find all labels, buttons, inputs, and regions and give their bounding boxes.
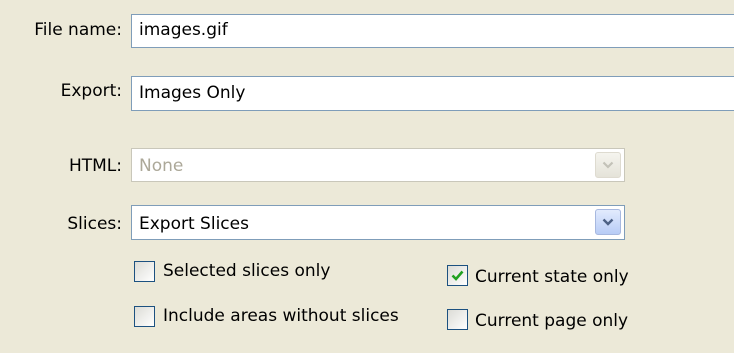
slices-label: Slices: [67, 214, 122, 234]
current-state-only-label[interactable]: Current state only [475, 267, 629, 287]
current-state-only-checkbox[interactable] [447, 265, 468, 286]
slices-select[interactable]: Export Slices [131, 205, 625, 240]
file-name-input[interactable]: images.gif [131, 14, 734, 48]
export-value: Images Only [139, 83, 246, 103]
slices-dropdown-button[interactable] [595, 209, 621, 235]
file-name-value[interactable]: images.gif [139, 20, 228, 40]
chevron-down-icon [602, 218, 614, 226]
slices-value: Export Slices [139, 214, 249, 234]
current-page-only-label[interactable]: Current page only [475, 311, 628, 331]
current-page-only-checkbox[interactable] [447, 309, 468, 330]
html-value: None [139, 156, 184, 176]
chevron-down-icon [602, 161, 614, 169]
include-areas-without-slices-label[interactable]: Include areas without slices [163, 306, 399, 326]
html-dropdown-button [595, 152, 621, 178]
export-select[interactable]: Images Only [131, 76, 734, 111]
include-areas-without-slices-checkbox[interactable] [134, 306, 155, 327]
checkmark-icon [451, 270, 464, 281]
file-name-label: File name: [34, 20, 122, 40]
html-select: None [131, 148, 625, 182]
selected-slices-only-label[interactable]: Selected slices only [163, 261, 330, 281]
html-label: HTML: [68, 156, 122, 176]
export-label: Export: [60, 81, 122, 101]
selected-slices-only-checkbox[interactable] [134, 261, 155, 282]
